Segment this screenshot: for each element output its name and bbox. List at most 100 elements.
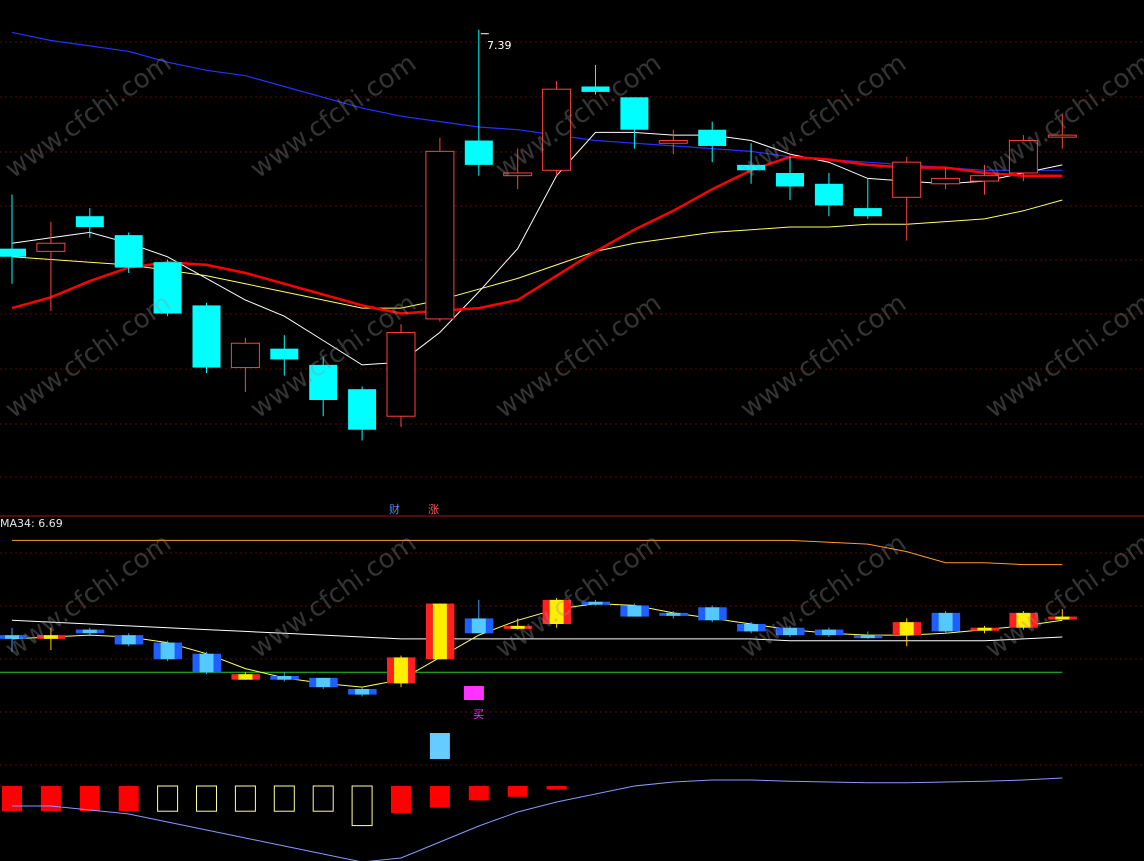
indicator-candle-body [860,635,869,639]
indicator-candle-body [238,674,246,680]
indicator-candle-body [906,622,915,636]
indicator-candle-body [627,605,635,617]
indicator-candle-body [160,642,169,660]
indicator-candle-body [503,625,512,629]
price-candle-body [931,177,961,185]
macd-bar [391,786,411,813]
indicator-candle-body [114,635,123,645]
indicator-candle-body [75,629,84,634]
indicator-candle-body [485,618,494,634]
indicator-candle-body [549,599,558,624]
indicator-candle-body [0,635,6,639]
price-candle-body [620,97,649,130]
indicator-candle-body [1069,616,1077,620]
indicator-candle-body [471,618,480,634]
price-candle-body [309,364,338,400]
indicator-candle-body [931,612,940,632]
indicator-candle-body [19,635,27,639]
price-candle-body [75,216,104,228]
macd-bar [429,786,450,808]
macd-line [12,777,1063,861]
indicator-candle-body [556,599,565,624]
indicator-candle-body [680,612,688,616]
indicator-candle-body [673,612,681,616]
indicator-candle-body [1016,612,1024,628]
macd-bar [273,785,295,812]
indicator-candle-body [938,612,947,632]
price-candle-body [776,172,804,187]
indicator-candle-body [751,624,759,632]
indicator-candle-body [984,627,992,631]
indicator-candle-body [913,622,922,636]
buy-signal-box [463,686,484,700]
indicator-candle-body [231,674,239,680]
indicator-candle-body [284,676,292,680]
price-candle-body [1047,134,1077,138]
indicator-candle-body [89,629,98,634]
indicator-candle-body [174,642,183,660]
indicator-candle-body [853,635,862,639]
indicator-candle-body [167,642,176,660]
indicator-candle-body [641,605,649,617]
indicator-candle-body [394,657,402,684]
indicator-candle-body [213,653,221,673]
indicator-candle-body [57,635,66,639]
price-candle-body [153,262,182,314]
tag-zhang: 涨 [428,503,439,516]
indicator-candle-body [867,635,876,639]
tag-cai: 财 [389,503,400,516]
indicator-candle-body [970,627,978,631]
indicator-candle-body [277,676,285,680]
sell-signal-box [429,733,450,759]
price-candle-body [425,150,455,320]
indicator-candle-body [323,677,331,688]
indicator-candle-body [408,657,416,684]
buy-signal-label: 买 [473,708,484,721]
indicator-candle-body [1062,616,1070,620]
indicator-candle-body [1048,616,1056,620]
indicator-candle-body [309,677,317,688]
price-candle-body [0,248,26,257]
indicator-candle-body [783,627,791,636]
price-candle-body [270,348,299,360]
price-candle-body [542,88,572,171]
indicator-candle-body [464,618,473,634]
indicator-candle-body [355,689,363,695]
indicator-candle-body [991,627,999,631]
macd-bar [118,786,139,812]
indicator-candle-body [588,601,596,605]
indicator-candle-body [369,689,377,695]
price-candle-body [581,86,610,92]
indicator-candle-body [316,677,324,688]
indicator-candle-body [245,674,253,680]
price-candle-body [36,242,66,252]
price-candle-body [230,342,260,369]
indicator-candle-body [348,689,356,695]
indicator-candle-body [330,677,338,688]
price-candle-body [1008,140,1038,174]
indicator-candle-body [96,629,105,634]
price-candle-body [114,235,143,268]
price-panel [0,29,1077,441]
indicator-candle-body [153,642,162,660]
indicator-candle-body [446,603,455,660]
indicator-candle-body [206,653,214,673]
indicator-candle-body [542,599,551,624]
macd-bar [157,785,179,812]
price-candle-body [658,140,688,144]
indicator-candle-body [1030,612,1038,628]
indicator-candle-body [620,605,628,617]
indicator-candle-body [758,624,766,632]
price-candle-body [386,331,416,417]
indicator-candle-body [270,676,278,680]
price-candle-body [970,175,999,182]
indicator-candle-body [977,627,985,631]
indicator-candle-body [5,635,13,639]
macd-bar [312,785,334,812]
indicator-candle-body [744,624,752,632]
indicator-candle-body [828,629,837,636]
indicator-candle-body [510,625,519,629]
ma34-line [12,539,1063,566]
indicator-candle-body [121,635,130,645]
indicator-candle-body [698,607,706,621]
